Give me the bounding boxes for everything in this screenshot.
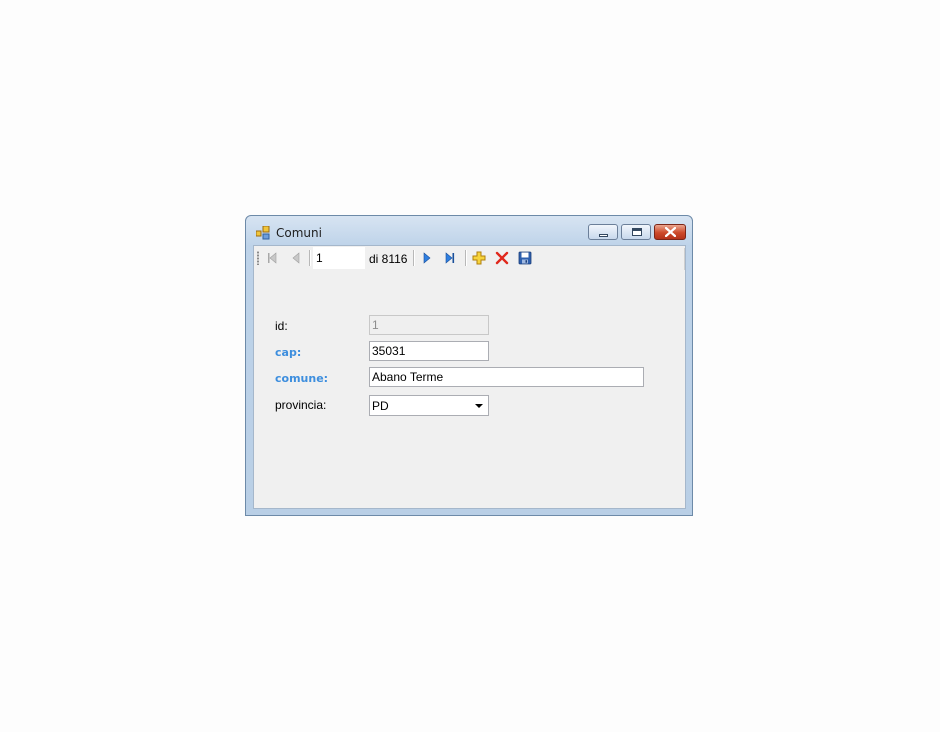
delete-icon [495, 251, 509, 265]
close-button[interactable] [654, 224, 686, 240]
chevron-down-icon[interactable] [475, 404, 483, 408]
move-last-button[interactable] [441, 249, 459, 267]
move-next-button[interactable] [418, 249, 436, 267]
form-client-area: di 8116 [253, 245, 686, 509]
maximize-button[interactable] [621, 224, 651, 240]
id-label: id: [275, 319, 288, 333]
move-previous-icon [292, 252, 300, 264]
move-previous-button[interactable] [287, 249, 305, 267]
provincia-label: provincia: [275, 398, 327, 412]
app-form-icon [256, 226, 270, 240]
provincia-combobox[interactable]: PD [369, 395, 489, 416]
cap-label: cap: [275, 346, 302, 359]
record-count-label: di 8116 [369, 252, 408, 266]
move-next-icon [423, 252, 431, 264]
title-bar[interactable]: Comuni [246, 216, 692, 246]
window-title: Comuni [276, 226, 322, 240]
id-field [369, 315, 489, 335]
comuni-window: Comuni di 8116 [245, 215, 693, 516]
move-first-icon [268, 252, 277, 264]
binding-navigator: di 8116 [254, 246, 685, 271]
toolbar-separator [413, 250, 415, 266]
toolbar-grip[interactable] [257, 251, 259, 265]
minimize-button[interactable] [588, 224, 618, 240]
toolbar-edge [684, 248, 685, 270]
cap-field[interactable] [369, 341, 489, 361]
toolbar-separator [309, 250, 311, 266]
comune-field[interactable] [369, 367, 644, 387]
move-first-button[interactable] [263, 249, 281, 267]
add-new-button[interactable] [470, 249, 488, 267]
delete-button[interactable] [493, 249, 511, 267]
save-button[interactable] [516, 249, 534, 267]
position-input[interactable] [313, 247, 365, 269]
save-icon [518, 251, 532, 265]
move-last-icon [445, 252, 455, 264]
toolbar-separator [465, 250, 467, 266]
close-icon [665, 227, 676, 237]
provincia-selected-value: PD [372, 399, 389, 413]
add-new-icon [472, 251, 486, 265]
comune-label: comune: [275, 372, 329, 385]
